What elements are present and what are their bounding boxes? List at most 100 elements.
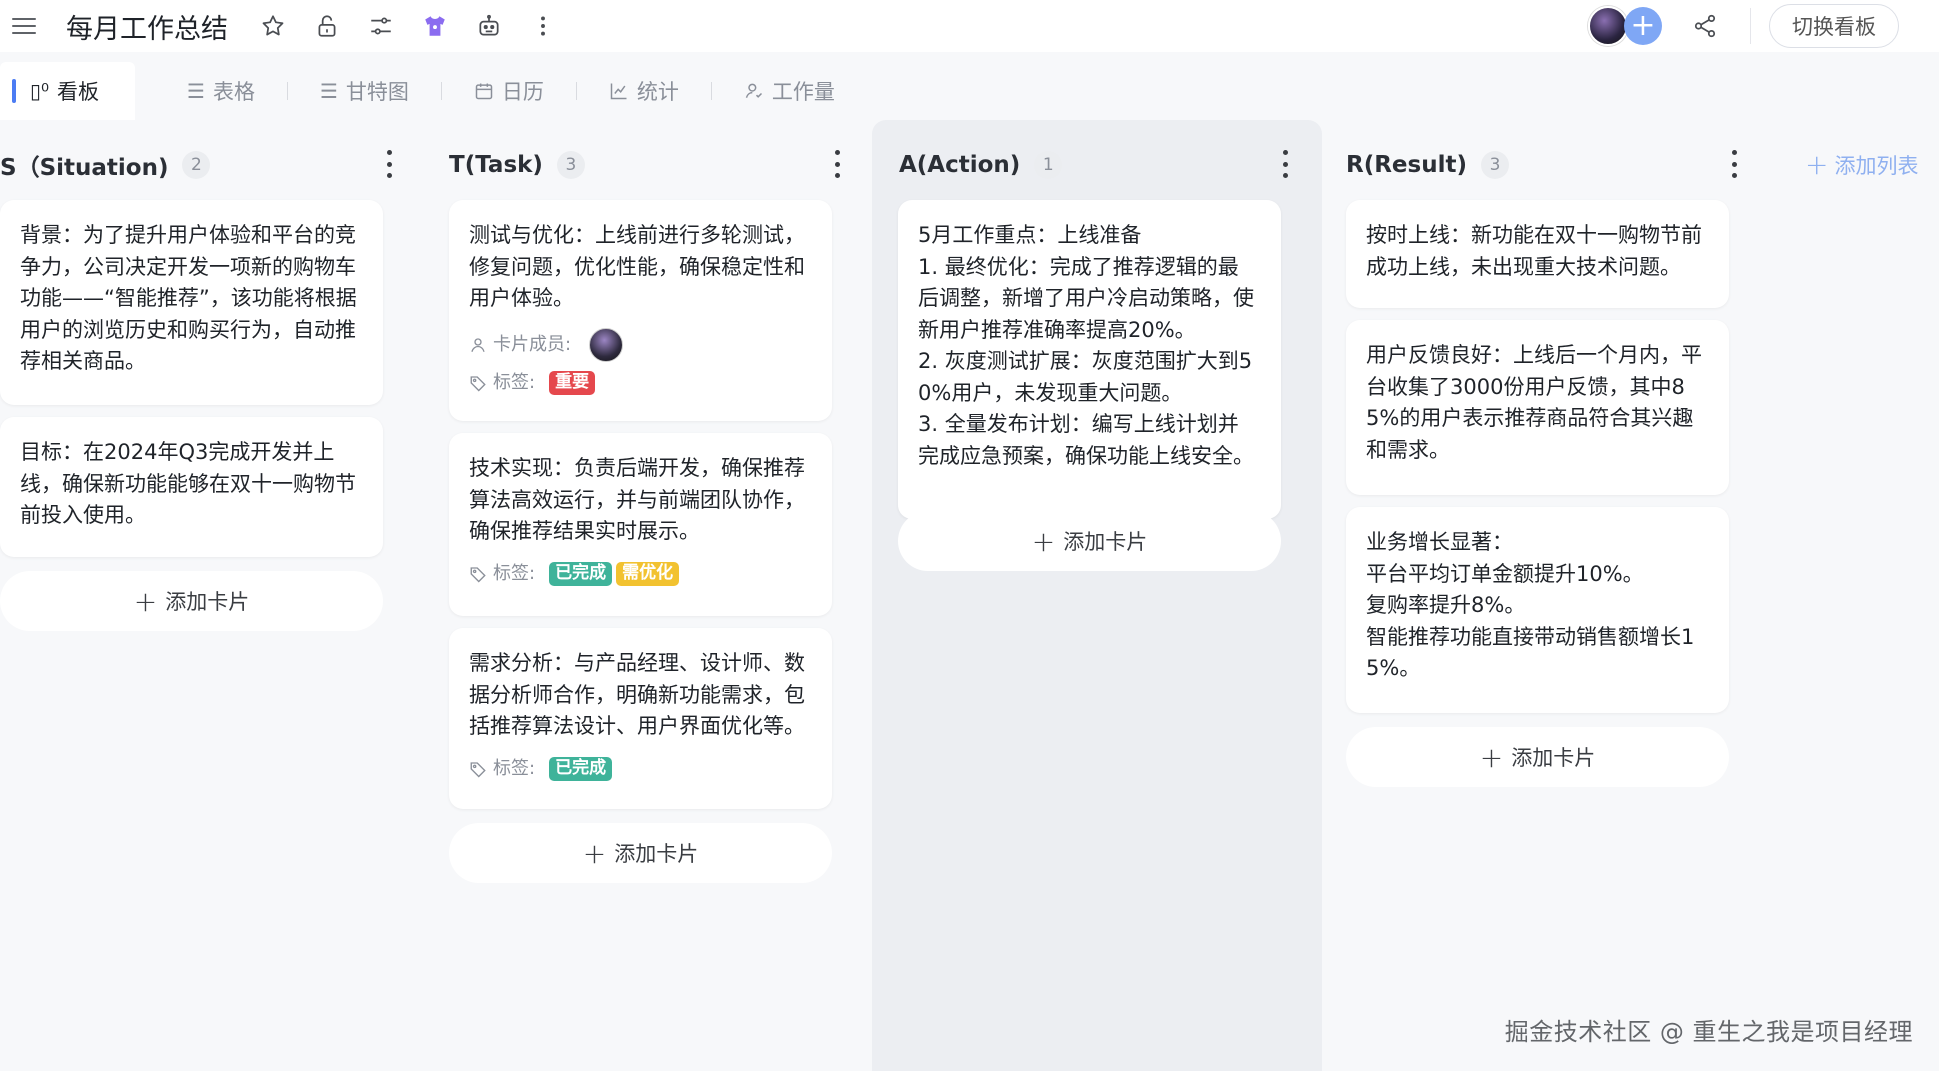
tags-label: 标签: <box>493 371 536 393</box>
add-list-button[interactable]: + 添加列表 <box>1805 148 1918 181</box>
card-count-badge: 2 <box>182 151 211 179</box>
add-list-label: 添加列表 <box>1834 153 1919 178</box>
switch-board-button[interactable]: 切换看板 <box>1769 4 1899 48</box>
card-text: 背景：为了提升用户体验和平台的竞争力，公司决定开发一项新的购物车功能——“智能推… <box>20 223 357 373</box>
card-text: 业务增长显著： 平台平均订单金额提升10%。 复购率提升8%。 智能推荐功能直接… <box>1366 530 1695 680</box>
top-bar: 每月工作总结 + 切换看板 <box>0 0 1939 52</box>
tags-label: 标签: <box>493 757 536 779</box>
tag-icon <box>470 761 486 777</box>
tab-label: 工作量 <box>771 80 835 104</box>
column-situation: S（Situation) 2 背景：为了提升用户体验和平台的竞争力，公司决定开发… <box>0 120 395 1071</box>
board-title[interactable]: 每月工作总结 <box>66 7 228 46</box>
add-card-label: 添加卡片 <box>1511 746 1596 770</box>
tab-board[interactable]: ▯⁰ 看板 <box>0 62 136 120</box>
divider <box>1750 8 1751 44</box>
card-count-badge: 3 <box>556 151 585 179</box>
gantt-icon: ☰ <box>319 79 338 103</box>
user-icon <box>471 337 485 352</box>
card[interactable]: 用户反馈良好：上线后一个月内，平台收集了3000份用户反馈，其中85%的用户表示… <box>1346 320 1729 495</box>
watermark: 掘金技术社区 @ 重生之我是项目经理 <box>1504 1018 1913 1046</box>
tab-label: 表格 <box>212 80 255 104</box>
card[interactable]: 5月工作重点：上线准备 1. 最终优化：完成了推荐逻辑的最后调整，新增了用户冷启… <box>898 200 1281 519</box>
tab-label: 日历 <box>501 80 544 104</box>
card-text: 按时上线：新功能在双十一购物节前成功上线，未出现重大技术问题。 <box>1366 223 1702 279</box>
card-text: 目标：在2024年Q3完成开发并上线，确保新功能能够在双十一购物节前投入使用。 <box>20 440 356 527</box>
tag-important[interactable]: 重要 <box>549 370 596 395</box>
list-icon: ☰ <box>187 79 205 103</box>
tab-table[interactable]: ☰ 表格 <box>169 62 273 120</box>
column-action: A(Action) 1 5月工作重点：上线准备 1. 最终优化：完成了推荐逻辑的… <box>872 120 1322 1071</box>
tab-label: 统计 <box>636 80 679 104</box>
tab-divider <box>575 82 577 100</box>
plus-icon: + <box>1031 524 1056 558</box>
tag-needs-optimization[interactable]: 需优化 <box>616 561 680 586</box>
workload-icon <box>744 79 764 103</box>
robot-icon[interactable] <box>474 11 504 41</box>
tag-icon <box>470 566 486 582</box>
card[interactable]: 业务增长显著： 平台平均订单金额提升10%。 复购率提升8%。 智能推荐功能直接… <box>1346 507 1729 713</box>
card-members-row: 卡片成员: <box>469 327 810 362</box>
tab-label: 看板 <box>57 80 100 104</box>
member-avatar[interactable] <box>589 327 624 362</box>
menu-icon[interactable] <box>12 16 36 36</box>
board-icon: ▯⁰ <box>30 79 50 103</box>
column-title[interactable]: S（Situation) <box>0 148 168 182</box>
add-member-button[interactable]: + <box>1624 7 1662 45</box>
tab-calendar[interactable]: 日历 <box>456 62 562 120</box>
card-tags-row: 标签: 已完成 需优化 <box>469 558 810 590</box>
card-count-badge: 1 <box>1034 151 1063 179</box>
theme-shirt-icon[interactable] <box>420 11 450 41</box>
tab-gantt[interactable]: ☰ 甘特图 <box>302 62 427 120</box>
tag-done[interactable]: 已完成 <box>549 756 613 781</box>
kanban-board: S（Situation) 2 背景：为了提升用户体验和平台的竞争力，公司决定开发… <box>0 120 1939 1071</box>
tab-divider <box>286 82 288 100</box>
card[interactable]: 背景：为了提升用户体验和平台的竞争力，公司决定开发一项新的购物车功能——“智能推… <box>0 200 383 405</box>
column-title[interactable]: R(Result) <box>1346 152 1467 178</box>
add-card-label: 添加卡片 <box>1063 530 1148 554</box>
share-icon[interactable] <box>1690 11 1720 41</box>
column-more-icon[interactable] <box>384 150 394 178</box>
more-vertical-icon[interactable] <box>528 11 558 41</box>
card[interactable]: 按时上线：新功能在双十一购物节前成功上线，未出现重大技术问题。 <box>1346 200 1729 308</box>
column-more-icon[interactable] <box>1729 150 1739 178</box>
card[interactable]: 目标：在2024年Q3完成开发并上线，确保新功能能够在双十一购物节前投入使用。 <box>0 417 383 557</box>
card[interactable]: 技术实现：负责后端开发，确保推荐算法高效运行，并与前端团队协作，确保推荐结果实时… <box>449 433 832 616</box>
card[interactable]: 需求分析：与产品经理、设计师、数据分析师合作，明确新功能需求，包括推荐算法设计、… <box>449 628 832 809</box>
add-card-label: 添加卡片 <box>165 590 250 614</box>
add-card-button[interactable]: + 添加卡片 <box>1346 727 1729 787</box>
plus-icon: + <box>1479 740 1504 774</box>
plus-icon: + <box>133 584 158 618</box>
add-card-label: 添加卡片 <box>614 842 699 866</box>
tab-divider <box>710 82 712 100</box>
card-text: 测试与优化：上线前进行多轮测试，修复问题，优化性能，确保稳定性和用户体验。 <box>469 223 805 310</box>
add-card-button[interactable]: + 添加卡片 <box>449 823 832 883</box>
tab-divider <box>440 82 442 100</box>
card-text: 技术实现：负责后端开发，确保推荐算法高效运行，并与前端团队协作，确保推荐结果实时… <box>469 456 805 543</box>
tags-label: 标签: <box>493 562 536 584</box>
tab-label: 甘特图 <box>345 80 409 104</box>
lock-icon[interactable] <box>312 11 342 41</box>
user-avatar[interactable] <box>1588 6 1628 46</box>
view-tabs: ▯⁰ 看板 ☰ 表格 ☰ 甘特图 日历 统计 工作量 <box>0 62 1939 120</box>
add-card-button[interactable]: + 添加卡片 <box>0 571 383 631</box>
plus-icon: + <box>1805 148 1829 181</box>
card[interactable]: 测试与优化：上线前进行多轮测试，修复问题，优化性能，确保稳定性和用户体验。 卡片… <box>449 200 832 421</box>
chart-icon <box>609 79 629 103</box>
members-label: 卡片成员: <box>493 333 572 355</box>
tab-workload[interactable]: 工作量 <box>726 62 853 120</box>
plus-icon: + <box>582 836 607 870</box>
column-more-icon[interactable] <box>832 150 842 178</box>
column-result: R(Result) 3 按时上线：新功能在双十一购物节前成功上线，未出现重大技术… <box>1346 120 1746 1071</box>
calendar-icon <box>474 79 494 103</box>
card-text: 用户反馈良好：上线后一个月内，平台收集了3000份用户反馈，其中85%的用户表示… <box>1366 343 1702 462</box>
column-more-icon[interactable] <box>1280 150 1290 178</box>
column-title[interactable]: A(Action) <box>899 152 1020 178</box>
tag-done[interactable]: 已完成 <box>549 561 613 586</box>
column-title[interactable]: T(Task) <box>449 152 543 178</box>
star-icon[interactable] <box>258 11 288 41</box>
tab-stats[interactable]: 统计 <box>591 62 697 120</box>
card-text: 5月工作重点：上线准备 1. 最终优化：完成了推荐逻辑的最后调整，新增了用户冷启… <box>918 223 1254 468</box>
add-card-button[interactable]: + 添加卡片 <box>898 511 1281 571</box>
filter-sliders-icon[interactable] <box>366 11 396 41</box>
card-text: 需求分析：与产品经理、设计师、数据分析师合作，明确新功能需求，包括推荐算法设计、… <box>469 651 805 738</box>
